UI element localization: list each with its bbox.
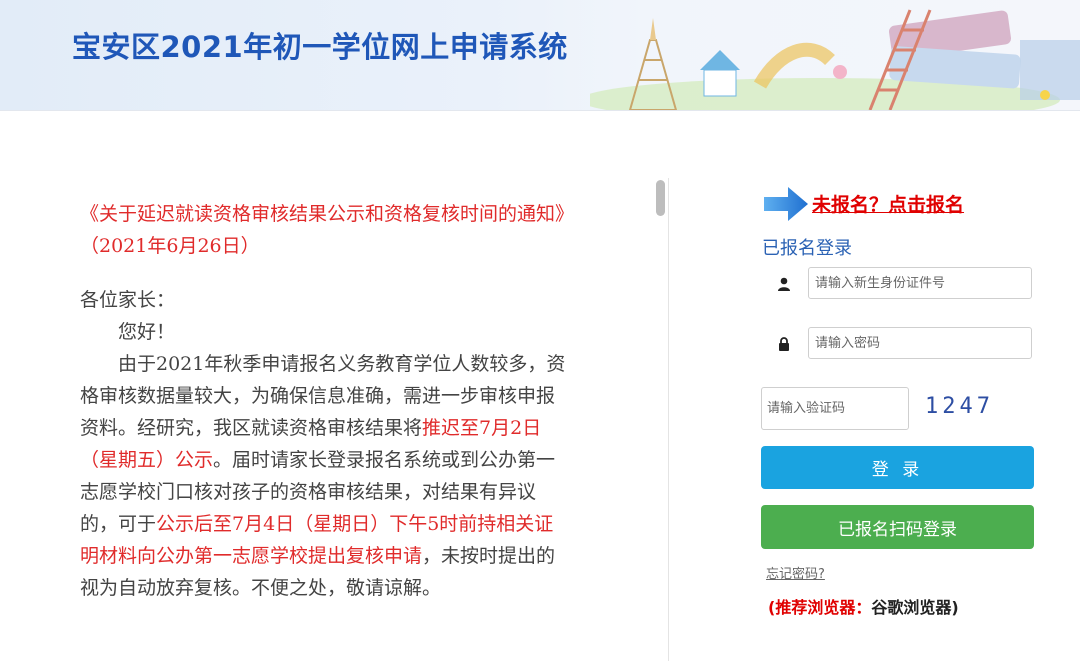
scan-login-button[interactable]: 已报名扫码登录 <box>761 505 1034 549</box>
register-link-label[interactable]: 未报名？点击报名 <box>812 190 964 217</box>
password-field-row <box>762 327 1034 361</box>
id-field-row <box>762 267 1034 301</box>
captcha-image[interactable]: 1247 <box>925 394 994 419</box>
browser-value: 谷歌浏览器) <box>871 598 959 617</box>
notice-hello: 您好！ <box>118 321 176 343</box>
user-icon <box>762 267 806 301</box>
header-illustration <box>590 9 1080 110</box>
id-number-input[interactable] <box>808 267 1032 299</box>
site-header: 宝安区2021年初一学位网上申请系统 <box>0 0 1080 111</box>
captcha-input[interactable] <box>761 387 909 430</box>
panel-divider <box>668 178 669 661</box>
browser-label: (推荐浏览器： <box>768 598 872 617</box>
login-button[interactable]: 登 录 <box>761 446 1034 489</box>
forgot-password-link[interactable]: 忘记密码? <box>766 563 825 582</box>
arrow-right-icon <box>764 187 808 221</box>
notice-body: 各位家长： 您好！ 由于2021年秋季申请报名义务教育学位人数较多，资格审核数据… <box>80 284 570 604</box>
login-section-title: 已报名登录 <box>762 238 852 259</box>
site-title: 宝安区2021年初一学位网上申请系统 <box>72 30 568 64</box>
browser-recommendation: (推荐浏览器：谷歌浏览器) <box>768 594 959 618</box>
notice-panel: 《关于延迟就读资格审核结果公示和资格复核时间的通知》（2021年6月26日） 各… <box>80 198 570 604</box>
notice-greeting: 各位家长： <box>80 289 176 311</box>
notice-title: 《关于延迟就读资格审核结果公示和资格复核时间的通知》（2021年6月26日） <box>80 203 565 257</box>
password-input[interactable] <box>808 327 1032 359</box>
lock-icon <box>762 327 806 361</box>
notice-paragraph: 由于2021年秋季申请报名义务教育学位人数较多，资格审核数据量较大，为确保信息准… <box>80 348 570 604</box>
notice-scrollbar[interactable] <box>656 180 665 216</box>
